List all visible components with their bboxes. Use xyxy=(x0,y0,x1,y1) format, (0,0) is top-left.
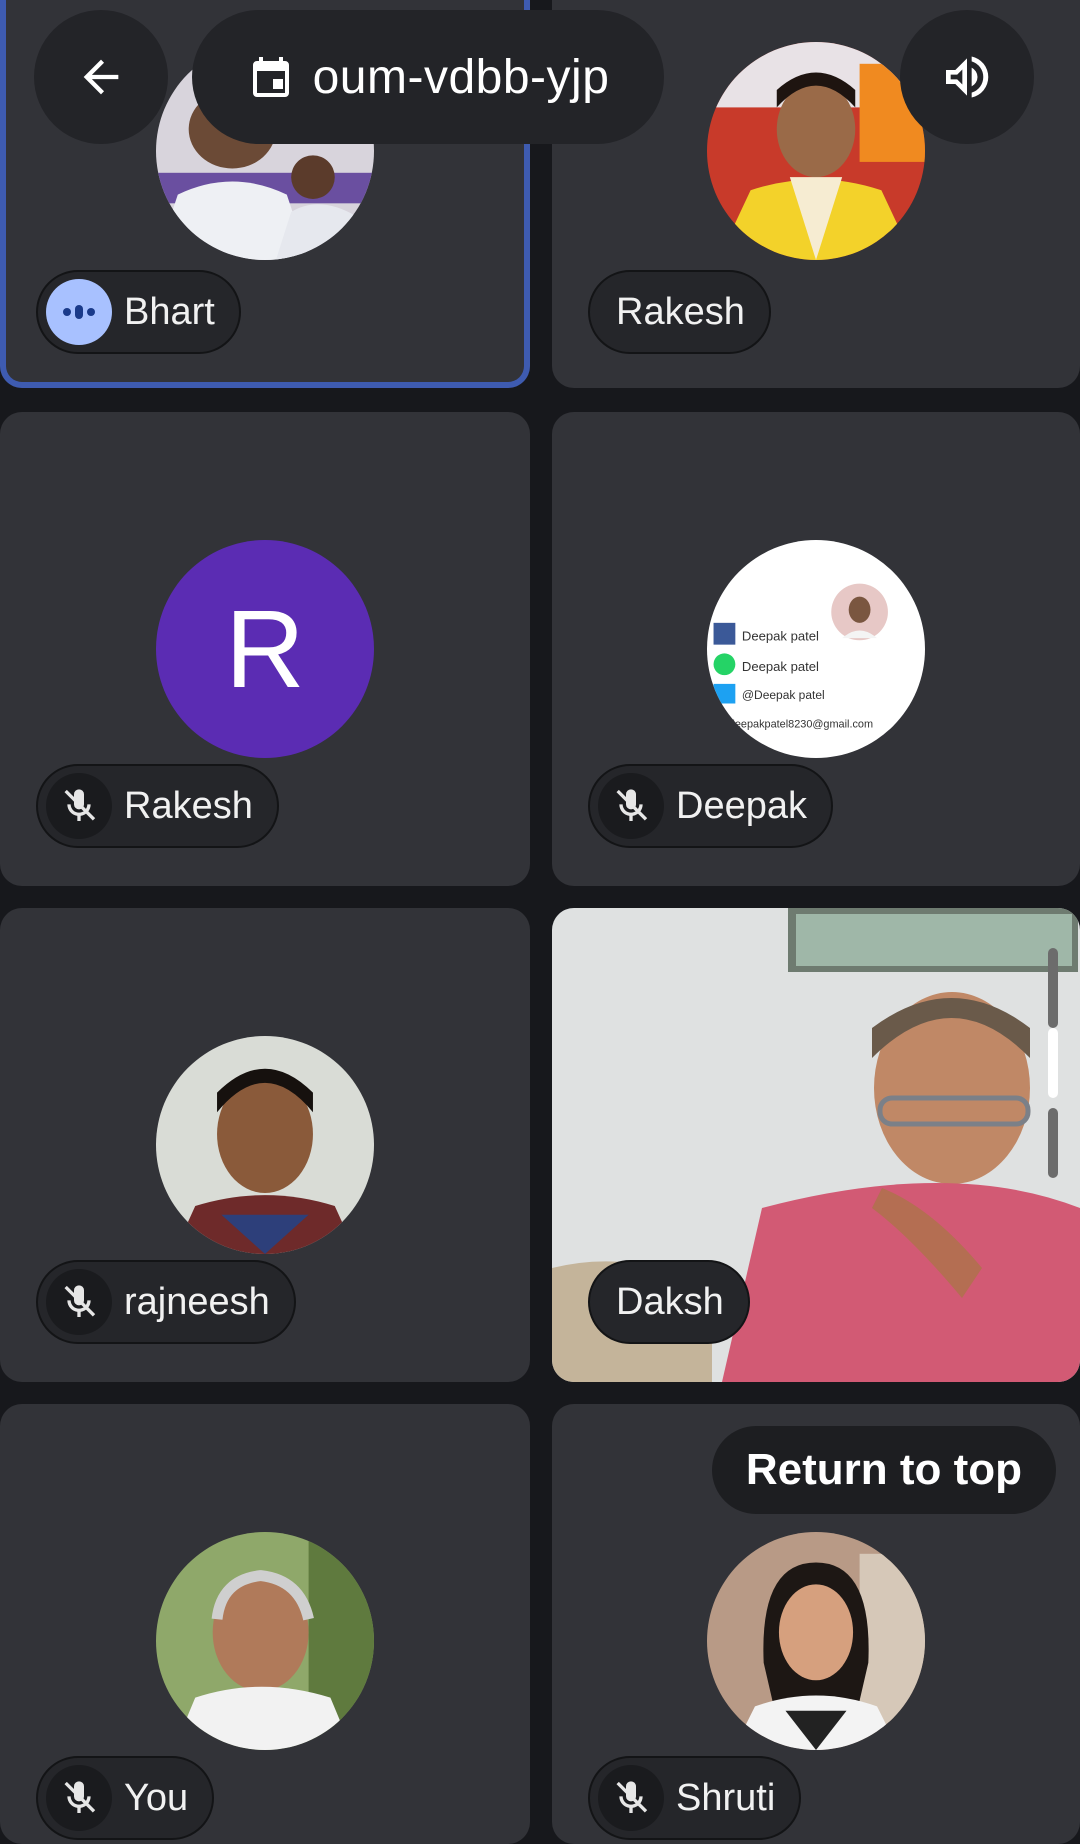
participant-tile-daksh[interactable]: Daksh xyxy=(552,908,1080,1382)
name-chip: Rakesh xyxy=(36,764,279,848)
speaking-indicator-icon xyxy=(46,279,112,345)
return-to-top-button[interactable]: Return to top xyxy=(711,1426,1056,1514)
participant-tile-rajneesh[interactable]: rajneesh xyxy=(0,908,530,1382)
avatar xyxy=(707,1532,925,1750)
card-line-2: Deepak patel xyxy=(742,659,819,674)
participant-name: Daksh xyxy=(616,1280,724,1323)
card-line-3: @Deepak patel xyxy=(742,688,825,702)
name-chip: Daksh xyxy=(588,1260,750,1344)
name-chip: Rakesh xyxy=(588,270,771,354)
participant-name: Rakesh xyxy=(616,290,745,333)
mic-off-icon xyxy=(46,1765,112,1831)
name-chip: You xyxy=(36,1756,215,1840)
participant-name: Rakesh xyxy=(124,784,253,827)
meeting-info-button[interactable]: oum-vdbb-yjp xyxy=(192,10,664,144)
letter-avatar: R xyxy=(156,540,374,758)
mic-off-icon xyxy=(46,773,112,839)
participant-tile-you[interactable]: You xyxy=(0,1404,530,1844)
name-chip: Deepak xyxy=(588,764,833,848)
meeting-code: oum-vdbb-yjp xyxy=(312,50,610,104)
participant-name: Shruti xyxy=(676,1776,776,1819)
arrow-left-icon xyxy=(83,59,119,95)
mic-off-icon xyxy=(598,1765,664,1831)
avatar xyxy=(156,1532,374,1750)
participant-name: rajneesh xyxy=(124,1280,270,1323)
participant-tile-deepak[interactable]: Deepak patel Deepak patel @Deepak patel … xyxy=(552,412,1080,886)
audio-output-button[interactable] xyxy=(900,10,1034,144)
name-chip: Bhart xyxy=(36,270,241,354)
participant-name: Bhart xyxy=(124,290,215,333)
participant-name: Deepak xyxy=(676,784,807,827)
name-chip: rajneesh xyxy=(36,1260,296,1344)
avatar xyxy=(707,42,925,260)
mic-off-icon xyxy=(46,1269,112,1335)
avatar: Deepak patel Deepak patel @Deepak patel … xyxy=(707,540,925,758)
participant-tile-rakesh-2[interactable]: R Rakesh xyxy=(0,412,530,886)
avatar xyxy=(156,1036,374,1254)
card-line-4: deepakpatel8230@gmail.com xyxy=(729,718,873,730)
back-button[interactable] xyxy=(34,10,168,144)
speaker-icon xyxy=(946,56,989,98)
name-chip: Shruti xyxy=(588,1756,802,1840)
mic-off-icon xyxy=(598,773,664,839)
card-line-1: Deepak patel xyxy=(742,628,819,643)
participant-name: You xyxy=(124,1776,189,1819)
calendar-icon xyxy=(252,57,289,97)
